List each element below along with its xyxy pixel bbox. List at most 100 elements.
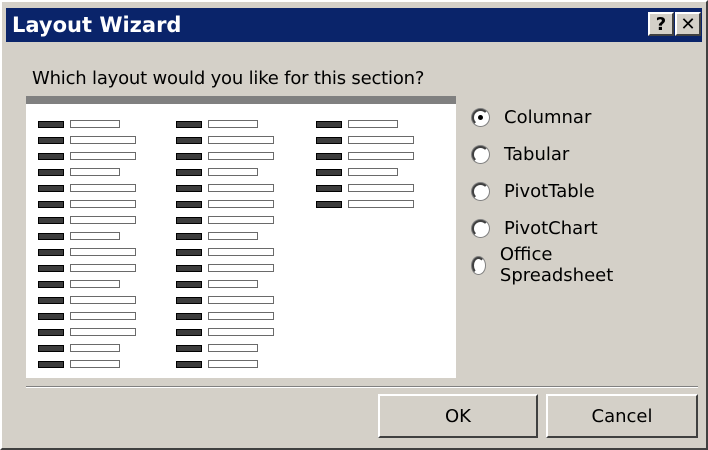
preview-field-box: [70, 360, 120, 368]
preview-field-box: [208, 280, 258, 288]
preview-label-block: [38, 233, 64, 240]
preview-field-box: [208, 360, 258, 368]
preview-field-box: [70, 264, 136, 272]
preview-field-box: [208, 152, 274, 160]
preview-field-box: [208, 216, 274, 224]
preview-label-block: [176, 169, 202, 176]
preview-field-box: [348, 184, 414, 192]
preview-field-box: [208, 264, 274, 272]
preview-field-box: [70, 184, 136, 192]
preview-field-box: [348, 200, 414, 208]
preview-label-block: [38, 329, 64, 336]
preview-label-block: [38, 201, 64, 208]
preview-label-block: [176, 201, 202, 208]
dialog-title: Layout Wizard: [12, 13, 182, 37]
radio-label: Tabular: [504, 143, 570, 165]
preview-label-block: [38, 121, 64, 128]
close-button[interactable]: ✕: [675, 12, 701, 36]
preview-label-block: [176, 249, 202, 256]
preview-field-box: [70, 296, 136, 304]
layout-preview: [26, 96, 456, 378]
preview-label-block: [316, 121, 342, 128]
preview-field-box: [208, 120, 258, 128]
preview-field-box: [208, 200, 274, 208]
title-bar[interactable]: Layout Wizard ? ✕: [6, 8, 702, 42]
preview-label-block: [38, 217, 64, 224]
preview-label-block: [176, 345, 202, 352]
preview-field-box: [70, 312, 136, 320]
radio-button[interactable]: [472, 256, 485, 274]
layout-wizard-dialog: Layout Wizard ? ✕ Which layout would you…: [0, 0, 708, 450]
preview-field-box: [70, 136, 136, 144]
preview-label-block: [176, 185, 202, 192]
preview-label-block: [316, 169, 342, 176]
preview-label-block: [316, 153, 342, 160]
layout-option-tabular[interactable]: Tabular: [472, 139, 569, 169]
preview-label-block: [316, 185, 342, 192]
preview-field-box: [348, 168, 398, 176]
preview-label-block: [316, 137, 342, 144]
layout-option-columnar[interactable]: Columnar: [472, 102, 591, 132]
preview-field-box: [348, 120, 398, 128]
preview-label-block: [316, 201, 342, 208]
radio-button[interactable]: [472, 108, 489, 126]
radio-button[interactable]: [472, 219, 489, 237]
layout-option-pivottable[interactable]: PivotTable: [472, 176, 595, 206]
preview-label-block: [38, 281, 64, 288]
help-button[interactable]: ?: [648, 12, 674, 36]
preview-field-box: [70, 152, 136, 160]
preview-label-block: [38, 137, 64, 144]
preview-label-block: [176, 137, 202, 144]
radio-label: Office Spreadsheet: [499, 244, 614, 286]
preview-label-block: [38, 169, 64, 176]
preview-field-box: [208, 312, 274, 320]
preview-label-block: [176, 361, 202, 368]
preview-field-box: [208, 184, 274, 192]
radio-label: PivotTable: [504, 180, 595, 202]
preview-field-box: [208, 168, 258, 176]
preview-label-block: [38, 185, 64, 192]
cancel-button[interactable]: Cancel: [546, 394, 698, 438]
preview-label-block: [176, 121, 202, 128]
preview-field-box: [70, 216, 136, 224]
preview-label-block: [38, 361, 64, 368]
layout-option-office-spreadsheet[interactable]: Office Spreadsheet: [472, 244, 617, 286]
preview-field-box: [70, 120, 120, 128]
preview-field-box: [348, 136, 414, 144]
preview-label-block: [176, 329, 202, 336]
preview-field-box: [208, 232, 258, 240]
preview-field-box: [208, 248, 274, 256]
preview-label-block: [38, 153, 64, 160]
preview-field-box: [348, 152, 414, 160]
preview-label-block: [38, 297, 64, 304]
radio-label: Columnar: [504, 106, 592, 128]
radio-label: PivotChart: [504, 217, 598, 239]
preview-field-box: [70, 200, 136, 208]
preview-label-block: [176, 265, 202, 272]
preview-label-block: [176, 313, 202, 320]
preview-label-block: [176, 233, 202, 240]
radio-button[interactable]: [472, 182, 489, 200]
preview-field-box: [70, 168, 120, 176]
preview-field-box: [70, 328, 136, 336]
separator: [26, 386, 698, 388]
preview-label-block: [176, 281, 202, 288]
preview-field-box: [70, 248, 136, 256]
layout-option-pivotchart[interactable]: PivotChart: [472, 213, 598, 243]
preview-label-block: [38, 345, 64, 352]
preview-field-box: [70, 344, 120, 352]
preview-label-block: [38, 265, 64, 272]
preview-field-box: [208, 328, 274, 336]
preview-field-box: [208, 136, 274, 144]
preview-label-block: [38, 249, 64, 256]
layout-prompt: Which layout would you like for this sec…: [32, 68, 425, 89]
preview-label-block: [176, 153, 202, 160]
radio-button[interactable]: [472, 145, 489, 163]
preview-label-block: [176, 217, 202, 224]
ok-button[interactable]: OK: [378, 394, 538, 438]
preview-label-block: [38, 313, 64, 320]
preview-field-box: [208, 344, 258, 352]
preview-label-block: [176, 297, 202, 304]
preview-field-box: [208, 296, 274, 304]
preview-field-box: [70, 232, 120, 240]
